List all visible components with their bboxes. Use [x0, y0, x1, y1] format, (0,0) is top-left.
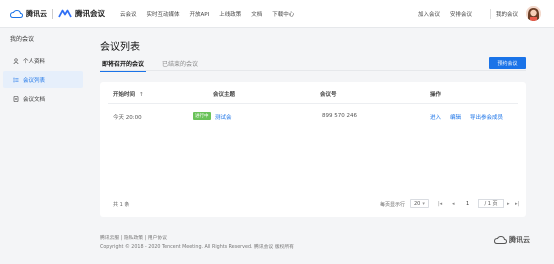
per-page-select[interactable]: 20 ▾: [410, 199, 429, 208]
header-start-time[interactable]: 开始时间 ↑: [113, 90, 144, 98]
cell-start-time: 今天 20:00: [113, 115, 142, 121]
header-actions: 操作: [430, 92, 442, 98]
page-total: / 1 页: [484, 201, 498, 207]
chevron-down-icon: ▾: [422, 200, 425, 207]
enter-meeting-link[interactable]: 进入: [430, 113, 441, 121]
sidebar-item-meeting-docs[interactable]: 会议文档: [3, 90, 83, 107]
cloud-logo-icon: [10, 9, 23, 18]
sidebar: 我的会议 个人资料 会议列表 会议文档: [0, 29, 88, 264]
page-title: 会议列表: [100, 42, 140, 53]
schedule-meeting-button[interactable]: 预约会议: [489, 57, 526, 69]
next-page-icon[interactable]: ▸: [507, 199, 510, 208]
top-navbar: 腾讯云 腾讯会议 云会议 实时互动媒体 开放API 上线政策 文档 下载中心 加…: [0, 0, 554, 28]
meeting-table: 开始时间 ↑ 会议主题 会议号 操作 今天 20:00 进行中 测试会 899 …: [100, 82, 526, 217]
nav-item-rtc[interactable]: 实时互动媒体: [147, 10, 180, 18]
doc-icon: [13, 95, 19, 102]
join-meeting-link[interactable]: 加入会议: [418, 10, 440, 18]
per-page-label: 每页显示行: [380, 202, 406, 208]
avatar-image-icon: [526, 6, 541, 21]
tencent-cloud-logo[interactable]: 腾讯云: [10, 9, 47, 19]
page-number-current[interactable]: 1: [466, 199, 469, 208]
tab-divider: [100, 70, 526, 71]
nav-item-policy[interactable]: 上线政策: [219, 10, 241, 18]
per-page-value: 20: [414, 200, 421, 207]
schedule-meeting-link[interactable]: 安排会议: [450, 10, 472, 18]
header-divider: [490, 9, 491, 19]
avatar[interactable]: [526, 6, 541, 21]
cloud-logo-icon: [494, 235, 507, 244]
sort-ascending-icon: ↑: [138, 92, 144, 98]
sidebar-title: 我的会议: [10, 36, 35, 43]
header-start-time-label: 开始时间: [113, 92, 136, 98]
footer-logo: 腾讯云: [494, 235, 530, 245]
sidebar-item-profile[interactable]: 个人资料: [3, 52, 83, 69]
table-header-divider: [108, 103, 518, 104]
main-nav: 云会议 实时互动媒体 开放API 上线政策 文档 下载中心: [120, 10, 294, 18]
sidebar-item-label: 会议文档: [23, 96, 46, 103]
nav-item-open-api[interactable]: 开放API: [190, 10, 210, 18]
sidebar-item-meeting-list[interactable]: 会议列表: [3, 71, 83, 88]
meeting-logo-icon: [58, 9, 72, 18]
edit-meeting-link[interactable]: 编辑: [450, 113, 461, 121]
footer-copyright: Copyright © 2018 - 2020 Tencent Meeting.…: [100, 245, 294, 250]
prev-page-icon[interactable]: ◂: [452, 199, 455, 208]
sidebar-item-label: 个人资料: [23, 58, 46, 65]
total-count: 共 1 条: [113, 202, 130, 208]
page-indicator: / 1 页: [478, 199, 504, 208]
logo-divider: [52, 9, 53, 19]
tencent-meeting-label: 腾讯会议: [75, 9, 105, 18]
first-page-icon[interactable]: |◂: [438, 199, 442, 208]
tencent-meeting-logo[interactable]: 腾讯会议: [58, 8, 105, 19]
cell-meeting-id: 899 570 246: [322, 113, 357, 119]
nav-item-cloud-meeting[interactable]: 云会议: [120, 10, 137, 18]
header-topic: 会议主题: [213, 92, 236, 98]
footer-logo-label: 腾讯云: [509, 236, 530, 244]
status-badge: 进行中: [193, 112, 211, 120]
sidebar-item-label: 会议列表: [23, 77, 46, 84]
user-icon: [13, 57, 19, 64]
last-page-icon[interactable]: ▸|: [515, 199, 519, 208]
my-meetings-link[interactable]: 我的会议: [496, 10, 518, 18]
cell-topic-link[interactable]: 测试会: [215, 113, 232, 121]
footer-links[interactable]: 腾讯云服 | 隐私政策 | 用户协议: [100, 234, 167, 241]
nav-item-download[interactable]: 下载中心: [272, 10, 294, 18]
list-icon: [13, 77, 19, 82]
header-meeting-id: 会议号: [320, 92, 337, 98]
tencent-cloud-label: 腾讯云: [26, 10, 47, 18]
export-attendees-link[interactable]: 导出参会成员: [470, 113, 503, 121]
nav-item-docs[interactable]: 文档: [251, 10, 262, 18]
